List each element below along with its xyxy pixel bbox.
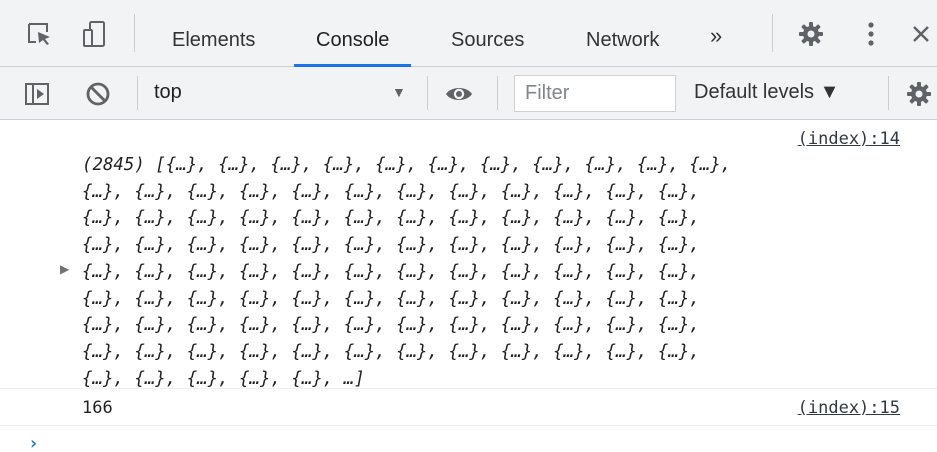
array-line: {…}, {…}, {…}, {…}, {…}, {…}, {…}, {…}, … xyxy=(82,208,700,229)
tab-network[interactable]: Network xyxy=(586,0,659,67)
console-prompt[interactable]: › xyxy=(28,433,39,452)
console-message: (index):14 ▶ (2845) [{…}, {…}, {…}, {…},… xyxy=(0,121,937,389)
tab-sources[interactable]: Sources xyxy=(451,0,524,67)
console-toolbar: top ▼ Default levels ▼ xyxy=(0,67,937,120)
source-link[interactable]: (index):14 xyxy=(798,129,900,149)
tab-console[interactable]: Console xyxy=(293,0,412,67)
array-line: {…}, {…}, {…}, {…}, {…}, {…}, {…}, {…}, … xyxy=(82,315,700,336)
array-line: {…}, {…}, {…}, {…}, {…}, {…}, {…}, {…}, … xyxy=(82,235,700,256)
filter-input[interactable] xyxy=(514,75,676,112)
settings-gear-icon[interactable] xyxy=(796,19,826,49)
array-line: {…}, {…}, {…}, {…}, {…}, {…}, {…}, {…}, … xyxy=(82,288,700,309)
toolbar-separator xyxy=(497,76,498,110)
context-dropdown-arrow-icon[interactable]: ▼ xyxy=(392,84,406,100)
toolbar-separator xyxy=(427,76,428,110)
device-toolbar-icon[interactable] xyxy=(80,19,110,49)
context-selector[interactable]: top xyxy=(154,81,182,104)
eye-icon[interactable] xyxy=(444,79,474,109)
log-levels-dropdown[interactable]: Default levels ▼ xyxy=(694,81,839,104)
toolbar-separator xyxy=(137,76,138,110)
array-line: {…}, {…}, {…}, {…}, {…}, {…}, {…}, {…}, … xyxy=(82,261,700,282)
toolbar-separator xyxy=(134,14,135,52)
toolbar-separator xyxy=(772,14,773,52)
console-message: 166 (index):15 xyxy=(0,390,937,426)
array-line: {…}, {…}, {…}, {…}, {…}, …] xyxy=(82,368,365,389)
close-icon[interactable] xyxy=(906,19,936,49)
number-output: 166 xyxy=(82,398,113,418)
more-tabs-button[interactable]: » xyxy=(710,23,722,49)
array-preview[interactable]: (2845) [{…}, {…}, {…}, {…}, {…}, {…}, {…… xyxy=(82,152,912,392)
clear-console-icon[interactable] xyxy=(83,79,113,109)
toolbar-separator xyxy=(888,76,889,110)
source-link[interactable]: (index):15 xyxy=(798,398,900,418)
settings-gear-icon[interactable] xyxy=(904,79,934,109)
more-vertical-icon[interactable] xyxy=(856,19,886,49)
inspect-element-icon[interactable] xyxy=(24,19,54,49)
array-line: {…}, {…}, {…}, {…}, {…}, {…}, {…}, {…}, … xyxy=(82,181,700,202)
tab-elements[interactable]: Elements xyxy=(172,0,255,67)
expand-triangle-icon[interactable]: ▶ xyxy=(60,262,69,276)
sidebar-toggle-icon[interactable] xyxy=(22,79,52,109)
devtools-tabbar: Elements Console Sources Network » xyxy=(0,0,937,67)
array-line: {…}, {…}, {…}, {…}, {…}, {…}, {…}, {…}, … xyxy=(82,341,700,362)
array-line: (2845) [{…}, {…}, {…}, {…}, {…}, {…}, {…… xyxy=(82,155,732,175)
